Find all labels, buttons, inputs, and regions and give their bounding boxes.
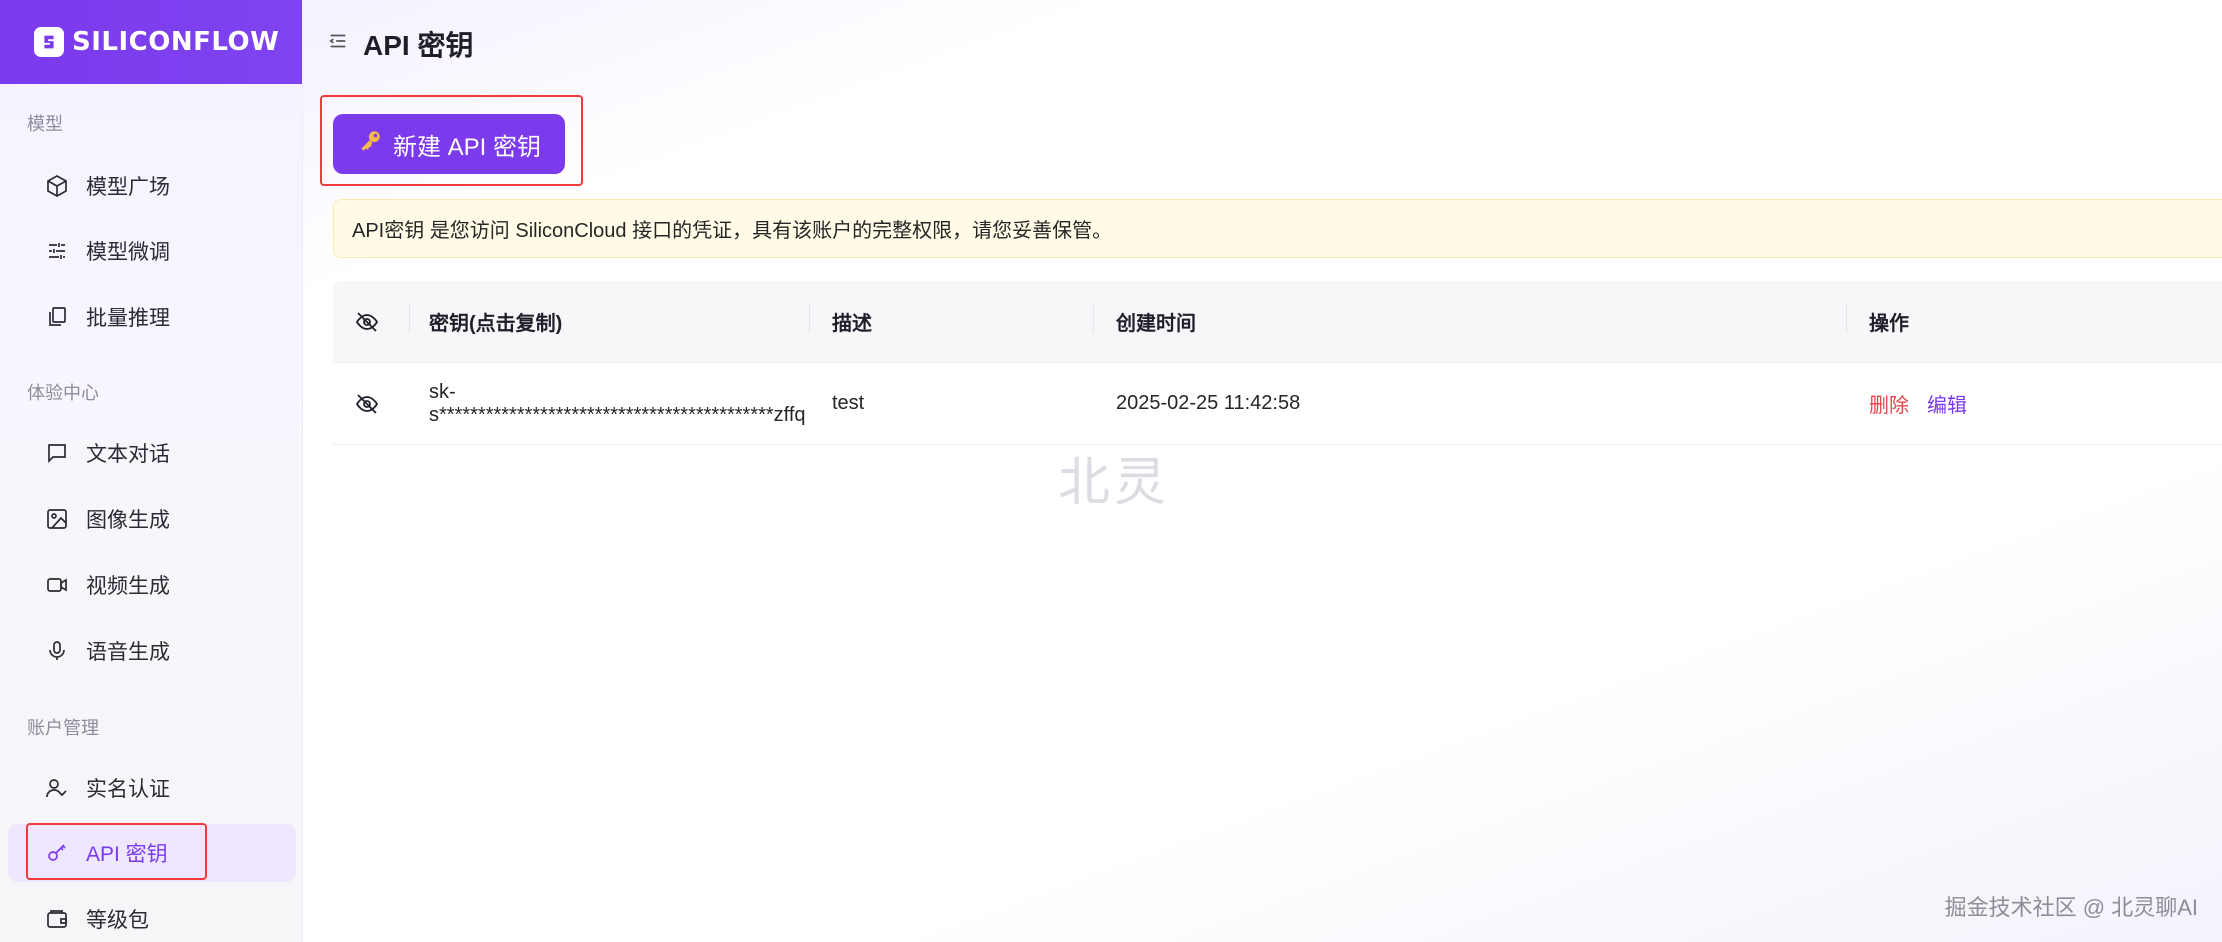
- sidebar-item-fine-tune[interactable]: 模型微调: [8, 222, 296, 280]
- sidebar-item-label: 图像生成: [86, 509, 170, 532]
- section-label-account: 账户管理: [27, 718, 99, 738]
- page-title: API 密钥: [363, 30, 474, 61]
- toggle-visibility-all-icon[interactable]: [333, 310, 409, 334]
- video-icon: [44, 572, 70, 598]
- new-api-key-label: 新建 API 密钥: [392, 133, 542, 161]
- sidebar-item-image-gen[interactable]: 图像生成: [8, 490, 296, 548]
- edit-key-link[interactable]: 编辑: [1927, 389, 1967, 418]
- section-label-playground: 体验中心: [27, 383, 99, 403]
- notice-text: API密钥 是您访问 SiliconCloud 接口的凭证，具有该账户的完整权限…: [352, 220, 1113, 242]
- sidebar-item-batch-inference[interactable]: 批量推理: [8, 288, 296, 346]
- column-header-actions: 操作: [1846, 303, 2222, 336]
- sidebar-item-model-square[interactable]: 模型广场: [8, 157, 296, 215]
- sidebar-item-label: API 密钥: [86, 843, 168, 866]
- watermark-text: 北灵: [1058, 454, 1171, 512]
- sidebar: SILICONFLOW 模型 模型广场 模型微调 批量推理 体验中心 文本对话 …: [0, 0, 303, 942]
- sidebar-item-api-keys[interactable]: API 密钥: [8, 824, 296, 882]
- section-label-models: 模型: [27, 114, 63, 134]
- sidebar-item-label: 等级包: [86, 909, 149, 932]
- logo-bar[interactable]: SILICONFLOW: [0, 0, 302, 84]
- column-header-description: 描述: [809, 303, 1093, 336]
- brand-name: SILICONFLOW: [72, 27, 280, 57]
- main-content: API 密钥 新建 API 密钥 API密钥 是您访问 SiliconCloud…: [303, 0, 2222, 942]
- row-actions: 删除 编辑: [1846, 389, 2222, 418]
- sidebar-item-video-gen[interactable]: 视频生成: [8, 556, 296, 614]
- sidebar-item-real-name[interactable]: 实名认证: [8, 759, 296, 817]
- toggle-visibility-icon[interactable]: [333, 392, 409, 416]
- delete-key-link[interactable]: 删除: [1869, 389, 1909, 418]
- key-created-time: 2025-02-25 11:42:58: [1116, 392, 1301, 414]
- collapse-sidebar-icon[interactable]: [327, 30, 349, 52]
- sidebar-item-text-chat[interactable]: 文本对话: [8, 424, 296, 482]
- api-keys-table: 密钥(点击复制) 描述 创建时间 操作 sk-s****************…: [333, 281, 2222, 445]
- sidebar-item-label: 文本对话: [86, 443, 170, 466]
- column-header-created: 创建时间: [1093, 303, 1846, 336]
- copy-icon: [44, 304, 70, 330]
- sliders-icon: [44, 238, 70, 264]
- image-icon: [44, 506, 70, 532]
- key-description: test: [832, 392, 865, 414]
- wallet-icon: [44, 906, 70, 932]
- mic-icon: [44, 638, 70, 664]
- chat-icon: [44, 440, 70, 466]
- key-icon: [44, 840, 70, 866]
- info-notice: API密钥 是您访问 SiliconCloud 接口的凭证，具有该账户的完整权限…: [333, 199, 2222, 258]
- sidebar-item-label: 模型广场: [86, 176, 170, 199]
- key-icon: [357, 128, 383, 161]
- column-header-key: 密钥(点击复制): [409, 303, 809, 336]
- cube-icon: [44, 173, 70, 199]
- user-check-icon: [44, 775, 70, 801]
- sidebar-item-label: 实名认证: [86, 778, 170, 801]
- api-key-value[interactable]: sk-s************************************…: [409, 381, 809, 427]
- sidebar-item-label: 语音生成: [86, 641, 170, 664]
- sidebar-item-label: 批量推理: [86, 307, 170, 330]
- sidebar-item-label: 模型微调: [86, 241, 170, 264]
- footer-credit: 掘金技术社区 @ 北灵聊AI: [1944, 895, 2198, 920]
- table-header: 密钥(点击复制) 描述 创建时间 操作: [333, 281, 2222, 363]
- app-root: SILICONFLOW 模型 模型广场 模型微调 批量推理 体验中心 文本对话 …: [0, 0, 2222, 942]
- table-row: sk-s************************************…: [333, 363, 2222, 445]
- sidebar-item-label: 视频生成: [86, 575, 170, 598]
- sidebar-item-level-pack[interactable]: 等级包: [8, 890, 296, 942]
- sidebar-item-speech-gen[interactable]: 语音生成: [8, 622, 296, 680]
- new-api-key-button[interactable]: 新建 API 密钥: [333, 114, 565, 174]
- siliconflow-logo-icon: [34, 27, 64, 57]
